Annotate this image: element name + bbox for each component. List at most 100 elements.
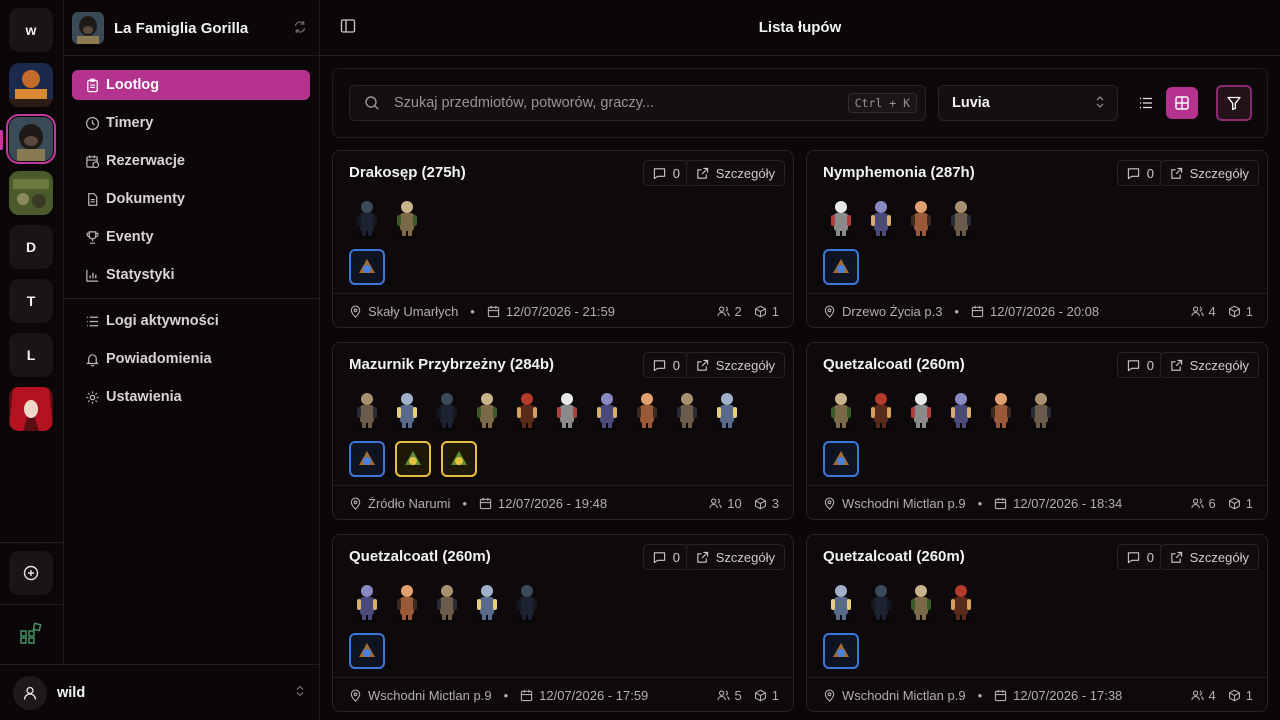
map-pin-icon [350, 305, 361, 318]
monster-sprite-icon [477, 393, 497, 431]
location: Źródło Narumi [368, 496, 451, 511]
card-footer: Źródło Narumi • 12/07/2026 - 19:48 10 3 [333, 485, 793, 521]
monster-sprite-icon [477, 585, 497, 623]
sidebar: La Famiglia Gorilla Lootlog Timery Rezer… [64, 0, 320, 664]
details-button[interactable]: Szczegóły [685, 160, 785, 186]
comments-button[interactable]: 0 [642, 544, 690, 570]
nav-item-logi-aktywnosci[interactable]: Logi aktywności [72, 306, 310, 336]
details-button[interactable]: Szczegóły [685, 544, 785, 570]
loot-item[interactable] [349, 633, 385, 669]
calendar-icon [487, 305, 500, 318]
loot-item[interactable] [395, 441, 431, 477]
details-button[interactable]: Szczegóły [1159, 160, 1259, 186]
world-select[interactable]: Luvia [938, 85, 1118, 121]
plus-circle-icon [23, 565, 39, 581]
server-game-avatar[interactable] [9, 171, 53, 215]
add-server-button[interactable] [9, 551, 53, 595]
player-count: 4 [1190, 304, 1216, 319]
boss-title: Nymphemonia (287h) [823, 164, 975, 181]
comments-button[interactable]: 0 [1116, 352, 1164, 378]
search-input[interactable] [394, 95, 848, 111]
loot-item[interactable] [823, 249, 859, 285]
nav-item-rezerwacje[interactable]: Rezerwacje [72, 146, 310, 176]
item-count: 1 [1228, 688, 1253, 703]
details-button[interactable]: Szczegóły [1159, 352, 1259, 378]
active-server-indicator [0, 130, 3, 150]
location: Wschodni Mictlan p.9 [842, 688, 966, 703]
loot-item[interactable] [823, 441, 859, 477]
server-t[interactable]: T [9, 279, 53, 323]
nav-item-statystyki[interactable]: Statystyki [72, 260, 310, 290]
nav-label: Lootlog [106, 77, 160, 93]
nav-item-ustawienia[interactable]: Ustawienia [72, 382, 310, 412]
list-view-button[interactable] [1130, 87, 1162, 119]
nav-item-eventy[interactable]: Eventy [72, 222, 310, 252]
details-button[interactable]: Szczegóły [685, 352, 785, 378]
details-label: Szczegóły [715, 549, 775, 565]
loot-item[interactable] [349, 249, 385, 285]
comment-icon [653, 551, 665, 563]
grid-view-button[interactable] [1166, 87, 1198, 119]
nav-item-lootlog[interactable]: Lootlog [72, 70, 310, 100]
filter-button[interactable] [1216, 85, 1252, 121]
map-pin-icon [350, 497, 361, 510]
datetime: 12/07/2026 - 21:59 [505, 304, 616, 319]
gear-icon [84, 389, 100, 405]
nav-item-powiadomienia[interactable]: Powiadomienia [72, 344, 310, 374]
guild-header[interactable]: La Famiglia Gorilla [72, 10, 307, 46]
server-w[interactable]: w [9, 8, 53, 52]
users-icon [716, 306, 730, 317]
sidebar-toggle-icon[interactable] [340, 18, 358, 36]
datetime: 12/07/2026 - 17:59 [539, 688, 649, 703]
loot-item[interactable] [823, 633, 859, 669]
comment-icon [1127, 551, 1139, 563]
location: Skały Umarłych [368, 304, 459, 319]
comments-button[interactable]: 0 [1116, 544, 1164, 570]
monster-sprite-icon [831, 393, 851, 431]
user-menu[interactable]: wild [0, 664, 320, 720]
loot-item-icon [833, 259, 849, 273]
external-link-icon [697, 167, 708, 179]
nav-item-timery[interactable]: Timery [72, 108, 310, 138]
top-bar: Lista łupów [320, 0, 1280, 56]
loot-item[interactable] [349, 441, 385, 477]
monster-sprite-icon [951, 393, 971, 431]
nav-item-dokumenty[interactable]: Dokumenty [72, 184, 310, 214]
details-label: Szczegóły [715, 165, 775, 181]
calendar-icon [971, 305, 984, 318]
details-button[interactable]: Szczegóły [1159, 544, 1259, 570]
comments-button[interactable]: 0 [1116, 160, 1164, 186]
calendar-icon [479, 497, 492, 510]
server-l[interactable]: L [9, 333, 53, 377]
rail-divider [0, 604, 63, 605]
server-d[interactable]: D [9, 225, 53, 269]
nav-label: Ustawienia [106, 389, 182, 405]
monster-sprite-icon [357, 585, 377, 623]
card-footer: Skały Umarłych • 12/07/2026 - 21:59 2 1 [333, 293, 793, 329]
server-anime-avatar[interactable] [9, 387, 53, 431]
details-label: Szczegóły [715, 357, 775, 373]
search-box[interactable]: Ctrl + K [349, 85, 926, 121]
monster-sprite-icon [437, 585, 457, 623]
loot-item-icon [405, 451, 421, 465]
comments-button[interactable]: 0 [642, 352, 690, 378]
package-icon [1228, 689, 1240, 702]
apps-icon[interactable] [20, 622, 42, 647]
users-icon [716, 690, 730, 701]
player-count: 2 [716, 304, 742, 319]
server-luvia-avatar[interactable] [9, 63, 53, 107]
server-rail: w D T L [0, 0, 64, 664]
server-gorilla-avatar[interactable] [6, 114, 56, 164]
loot-item-icon [833, 451, 849, 465]
player-count: 10 [709, 496, 742, 511]
comments-button[interactable]: 0 [642, 160, 690, 186]
filter-icon [1227, 96, 1241, 111]
separator-dot: • [470, 304, 475, 319]
participants-row [349, 579, 545, 623]
participants-row [823, 195, 979, 239]
boss-title: Drakosęp (275h) [349, 164, 466, 181]
refresh-icon[interactable] [293, 20, 307, 37]
player-count: 5 [716, 688, 742, 703]
card-counts: 10 3 [709, 496, 779, 511]
loot-item[interactable] [441, 441, 477, 477]
